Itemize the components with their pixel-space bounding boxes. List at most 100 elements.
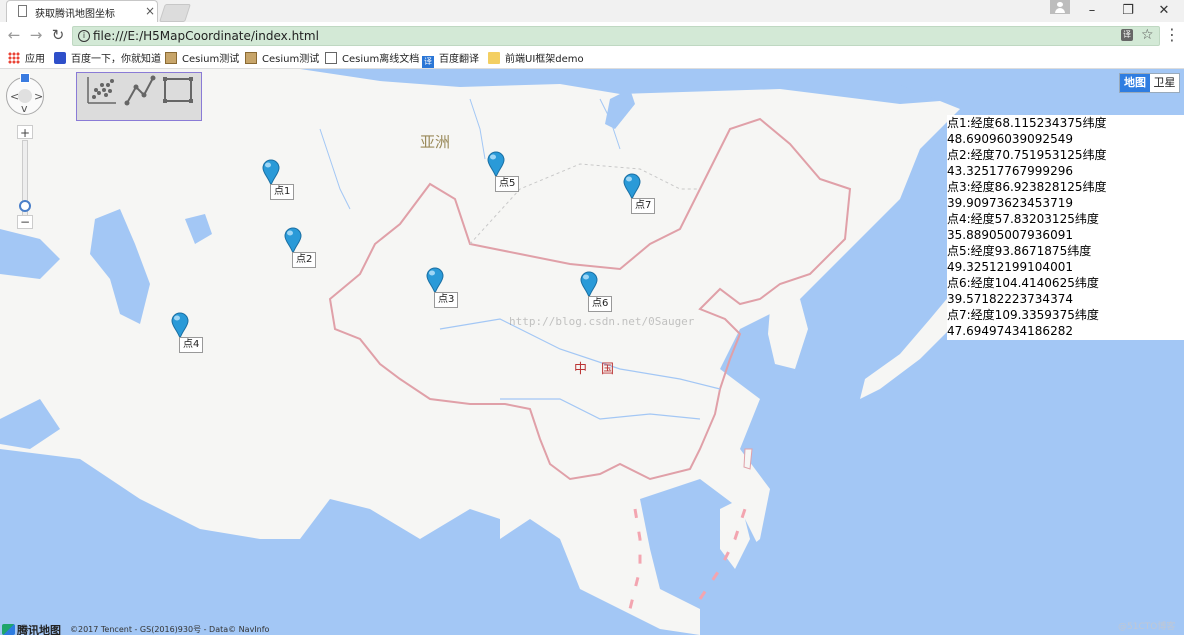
tab-close-icon[interactable]: × — [145, 4, 155, 18]
region-label: 亚洲 — [420, 133, 451, 151]
marker-label: 点6 — [588, 296, 613, 312]
url-text[interactable]: file:///E:/H5MapCoordinate/index.html — [93, 29, 319, 43]
folder-icon — [488, 52, 500, 64]
coordinate-line: 39.57182223734374 — [947, 292, 1073, 306]
coordinate-line: 点7:经度109.3359375纬度 — [947, 308, 1099, 322]
bookmark-label: Cesium测试 — [262, 54, 320, 65]
logo-text: 腾讯地图 — [17, 624, 61, 635]
restore-button[interactable]: ❐ — [1110, 0, 1146, 22]
bookmark-cesium-docs[interactable]: Cesium离线文档 — [325, 52, 419, 67]
marker-pin-icon — [623, 173, 641, 199]
tencent-logo-icon — [2, 624, 15, 635]
coordinate-line: 48.69096039092549 — [947, 132, 1073, 146]
fanyi-icon: 译 — [422, 56, 434, 68]
map-type-switch: 地图 卫星 — [1119, 73, 1180, 93]
corner-watermark: @51CTO博客 — [1118, 622, 1176, 632]
back-button[interactable]: ← — [4, 26, 24, 44]
page-icon — [18, 5, 27, 17]
marker-label: 点5 — [495, 176, 520, 192]
browser-toolbar: ← → ↻ i file:///E:/H5MapCoordinate/index… — [0, 22, 1184, 50]
browser-tab[interactable]: 获取腾讯地图坐标 × — [6, 0, 158, 22]
zoom-in-button[interactable]: + — [17, 125, 33, 140]
marker-pin-icon — [487, 151, 505, 177]
map-marker[interactable]: 点4 — [171, 312, 204, 356]
bookmark-label: 百度翻译 — [439, 54, 479, 65]
tab-strip: 获取腾讯地图坐标 × – ❐ ✕ — [0, 0, 1184, 22]
pan-center[interactable] — [18, 89, 32, 103]
profile-icon[interactable] — [1050, 0, 1070, 14]
zoom-slider-handle[interactable] — [19, 200, 31, 212]
zoom-out-button[interactable]: − — [17, 215, 33, 229]
coordinate-line: 点2:经度70.751953125纬度 — [947, 148, 1107, 162]
info-icon[interactable]: i — [78, 30, 90, 42]
apps-icon — [8, 52, 20, 64]
bookmark-cesium-2[interactable]: Cesium测试 — [245, 52, 319, 67]
bookmark-baidu[interactable]: 百度一下，你就知道 — [54, 52, 161, 67]
marker-pin-icon — [580, 271, 598, 297]
map-type-map[interactable]: 地图 — [1120, 74, 1150, 92]
browser-menu-icon[interactable]: ⋮ — [1164, 25, 1180, 44]
page-icon — [325, 52, 337, 64]
pan-down-icon[interactable]: v — [21, 103, 28, 114]
coordinate-line: 49.32512199104001 — [947, 260, 1073, 274]
map-marker[interactable]: 点5 — [487, 151, 520, 195]
coordinates-panel: 点1:经度68.115234375纬度 48.69096039092549 点2… — [947, 115, 1184, 340]
drawing-toolbar — [76, 72, 202, 121]
marker-pin-icon — [262, 159, 280, 185]
coordinate-line: 点3:经度86.923828125纬度 — [947, 180, 1107, 194]
marker-pin-icon — [171, 312, 189, 338]
tab-title: 获取腾讯地图坐标 — [35, 9, 115, 20]
marker-label: 点2 — [292, 252, 317, 268]
map-marker[interactable]: 点6 — [580, 271, 613, 315]
watermark: http://blog.csdn.net/0Sauger — [509, 315, 695, 328]
marker-label: 点1 — [270, 184, 295, 200]
forward-button[interactable]: → — [26, 26, 46, 44]
tencent-map-logo[interactable]: 腾讯地图 — [2, 622, 61, 635]
minimize-button[interactable]: – — [1074, 0, 1110, 22]
new-tab-button[interactable] — [159, 4, 191, 22]
bookmark-label: 应用 — [25, 54, 45, 65]
marker-label: 点3 — [434, 292, 459, 308]
cesium-icon — [165, 52, 177, 64]
pan-right-icon[interactable]: > — [34, 91, 43, 102]
marker-pin-icon — [426, 267, 444, 293]
coordinate-line: 点4:经度57.83203125纬度 — [947, 212, 1099, 226]
coordinate-line: 47.69497434186282 — [947, 324, 1073, 338]
bookmarks-bar: 应用 百度一下，你就知道 Cesium测试 Cesium测试 Cesium离线文… — [0, 50, 1184, 69]
bookmark-apps[interactable]: 应用 — [8, 52, 45, 67]
country-label: 中国 — [574, 362, 629, 377]
coordinate-line: 39.90973623453719 — [947, 196, 1073, 210]
map-marker[interactable]: 点7 — [623, 173, 656, 217]
rectangle-tool-icon[interactable] — [160, 73, 196, 107]
polyline-tool-icon[interactable] — [122, 73, 158, 107]
marker-label: 点7 — [631, 198, 656, 214]
pan-left-icon[interactable]: < — [10, 91, 19, 102]
coordinate-line: 点5:经度93.8671875纬度 — [947, 244, 1092, 258]
bookmark-label: Cesium测试 — [182, 54, 240, 65]
locate-icon[interactable] — [20, 73, 30, 83]
map-marker[interactable]: 点3 — [426, 267, 459, 311]
coordinate-line: 43.32517767999296 — [947, 164, 1073, 178]
bookmark-label: Cesium离线文档 — [342, 54, 420, 65]
cesium-icon — [245, 52, 257, 64]
map-marker[interactable]: 点1 — [262, 159, 295, 203]
marker-label: 点4 — [179, 337, 204, 353]
translate-icon[interactable]: 译 — [1121, 29, 1133, 41]
coordinate-line: 点6:经度104.4140625纬度 — [947, 276, 1099, 290]
bookmark-label: 前端UI框架demo — [505, 54, 584, 65]
map-canvas[interactable]: ^ < > v + − 地图 卫星 亚洲 中国 http://blog.csdn… — [0, 69, 1184, 635]
coordinate-line: 35.88905007936091 — [947, 228, 1073, 242]
map-type-satellite[interactable]: 卫星 — [1150, 74, 1179, 92]
bookmark-star-icon[interactable]: ☆ — [1141, 27, 1154, 43]
bookmark-cesium-1[interactable]: Cesium测试 — [165, 52, 239, 67]
bookmark-fanyi[interactable]: 译百度翻译 — [422, 52, 479, 68]
bookmark-ui-demo[interactable]: 前端UI框架demo — [488, 52, 584, 67]
close-window-button[interactable]: ✕ — [1146, 0, 1182, 22]
baidu-icon — [54, 52, 66, 64]
marker-pin-icon — [284, 227, 302, 253]
map-marker[interactable]: 点2 — [284, 227, 317, 271]
coordinate-line: 点1:经度68.115234375纬度 — [947, 116, 1107, 130]
address-bar[interactable]: i file:///E:/H5MapCoordinate/index.html … — [72, 26, 1160, 46]
reload-button[interactable]: ↻ — [48, 26, 68, 44]
point-tool-icon[interactable] — [84, 73, 120, 107]
